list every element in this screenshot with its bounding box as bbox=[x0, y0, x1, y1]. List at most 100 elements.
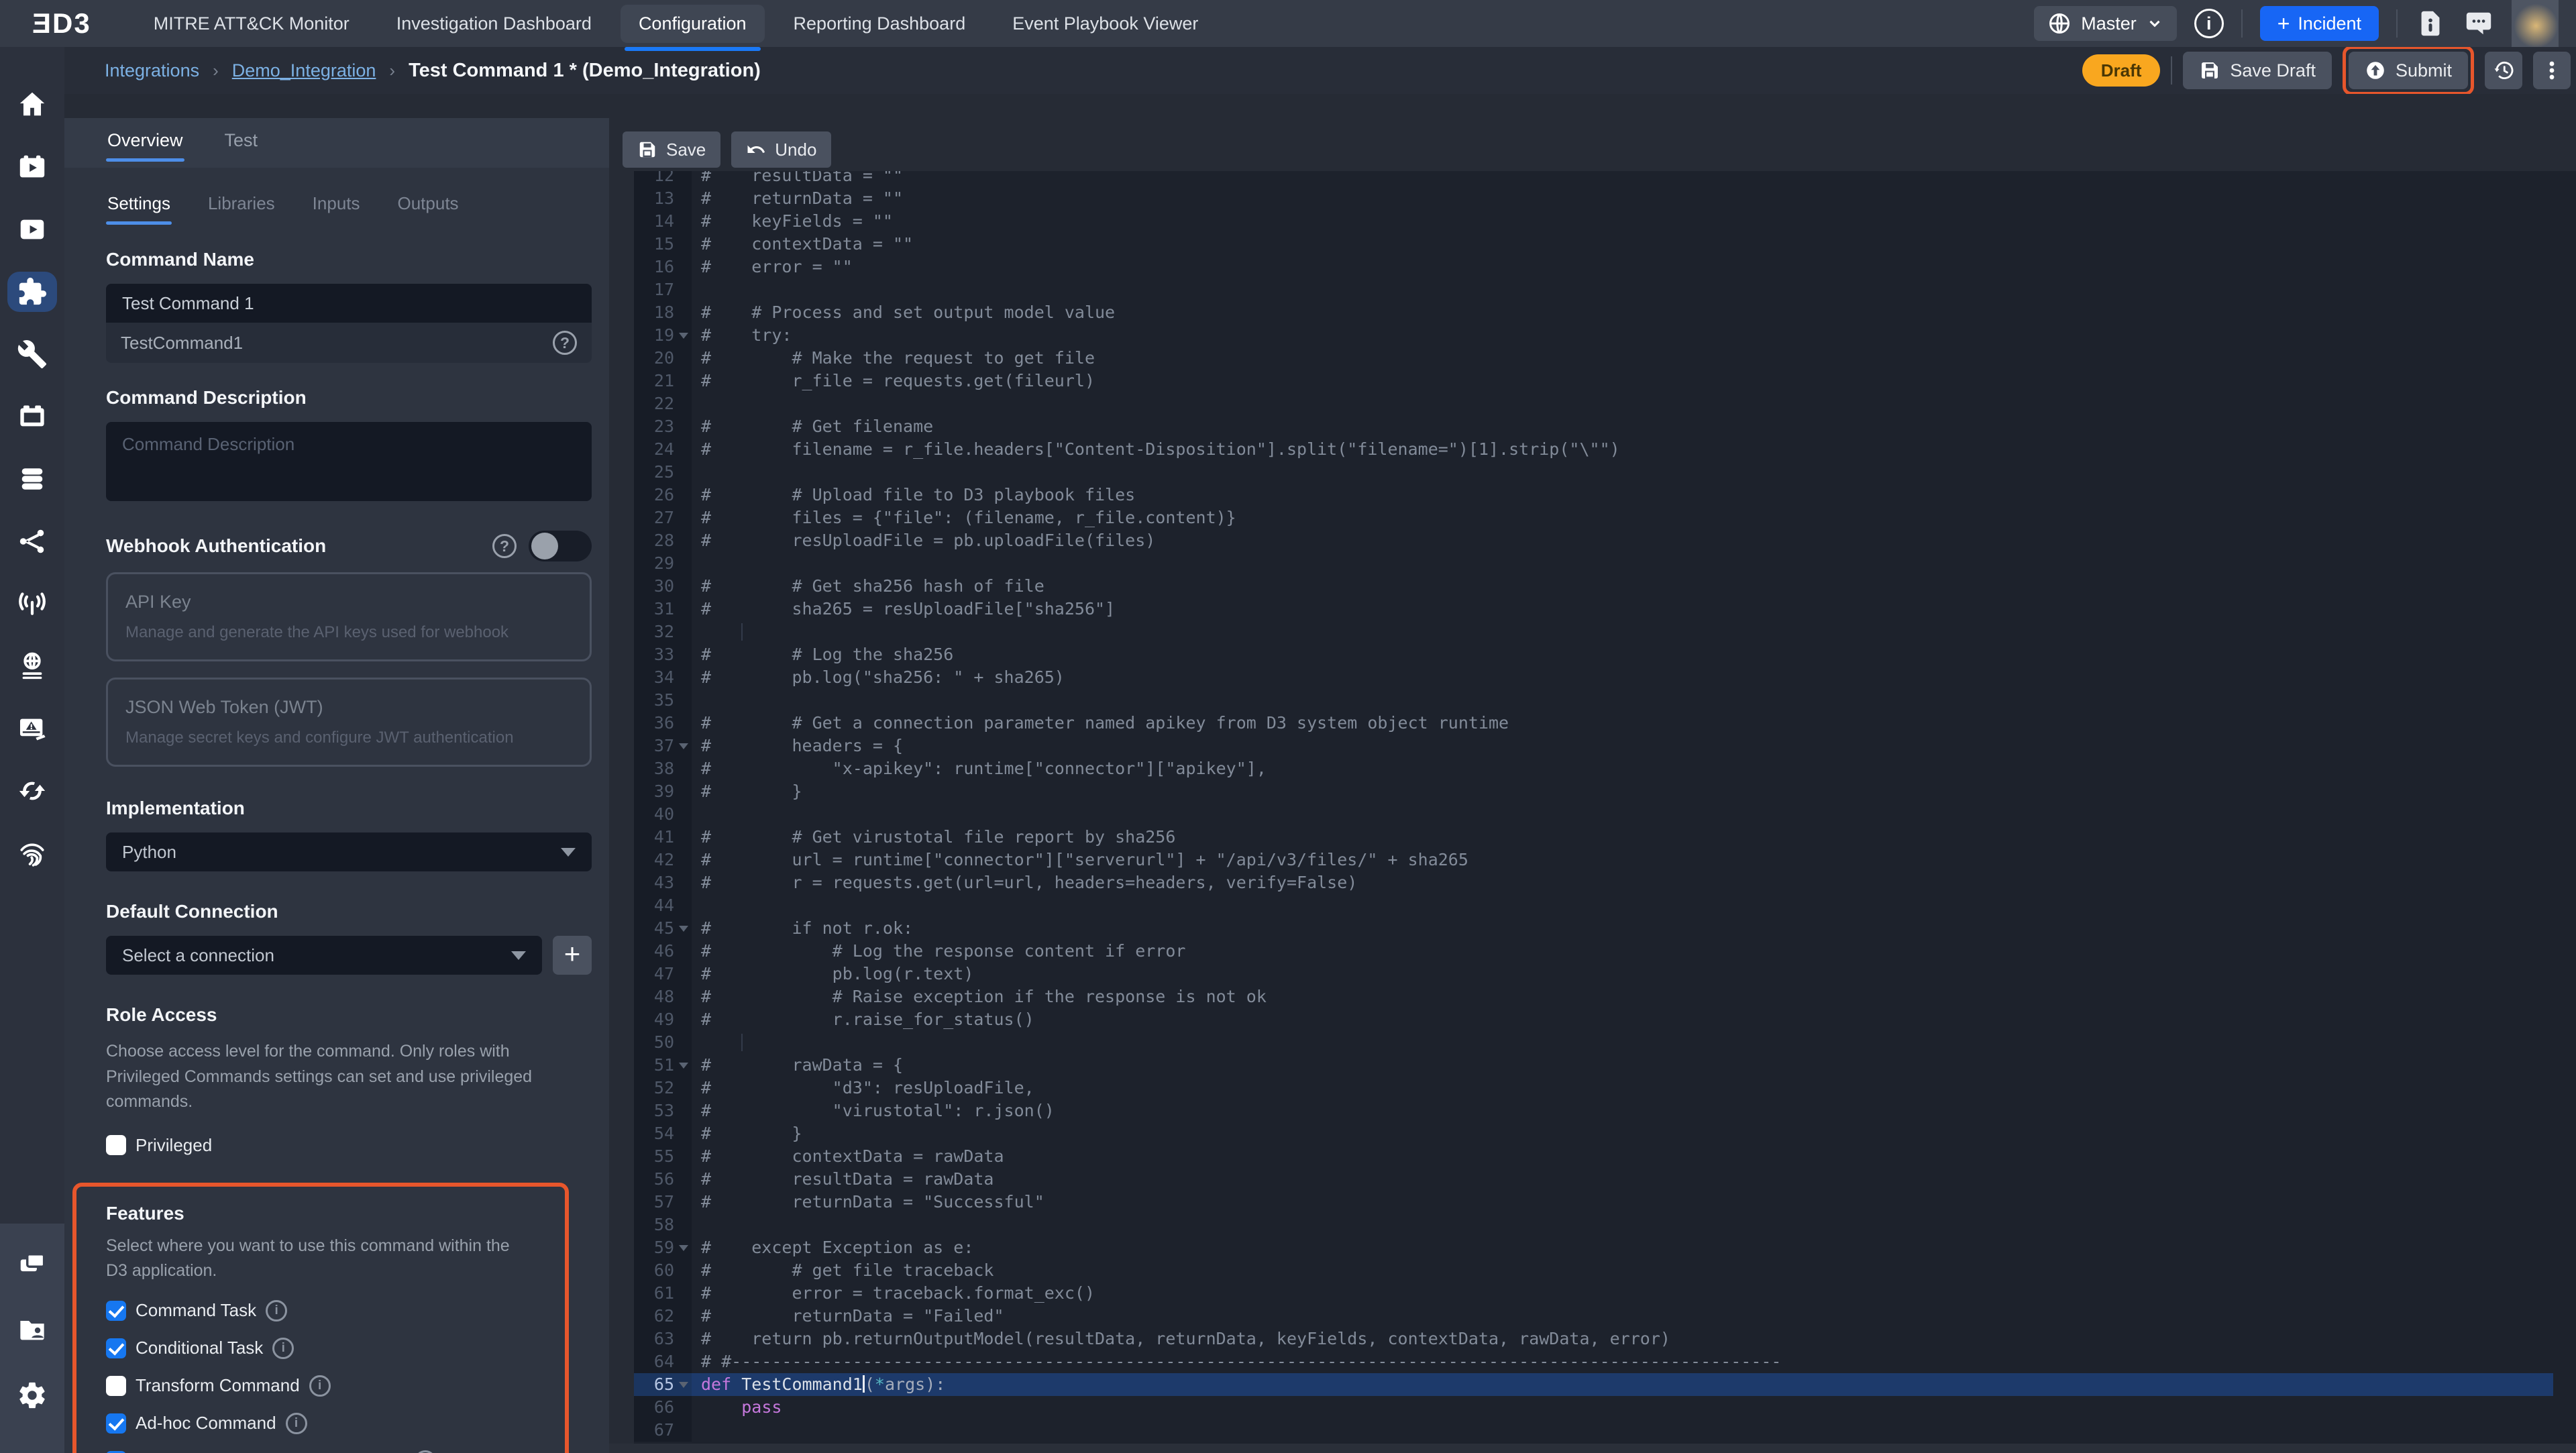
code-line[interactable]: 47# pb.log(r.text) bbox=[634, 963, 2576, 985]
info-icon[interactable]: i bbox=[415, 1450, 436, 1453]
checkbox-conditional-task[interactable] bbox=[106, 1338, 126, 1358]
nav-tab-configuration[interactable]: Configuration bbox=[621, 5, 765, 43]
release-notes-icon[interactable] bbox=[2415, 8, 2446, 39]
new-incident-button[interactable]: + Incident bbox=[2260, 6, 2379, 41]
fingerprint-icon[interactable] bbox=[7, 833, 57, 873]
editor-undo-button[interactable]: Undo bbox=[731, 131, 831, 168]
webhook-auth-toggle[interactable] bbox=[529, 531, 592, 561]
code-line[interactable]: 39# } bbox=[634, 780, 2576, 803]
implementation-select[interactable]: Python bbox=[106, 832, 592, 871]
fold-arrow-icon[interactable] bbox=[679, 1063, 688, 1069]
api-key-card[interactable]: API Key Manage and generate the API keys… bbox=[106, 572, 592, 661]
code-line[interactable]: 18# # Process and set output model value bbox=[634, 301, 2576, 324]
code-line[interactable]: 26# # Upload file to D3 playbook files bbox=[634, 484, 2576, 506]
subtab-settings[interactable]: Settings bbox=[106, 188, 172, 225]
command-name-input[interactable]: Test Command 1 bbox=[106, 284, 592, 323]
code-line[interactable]: 48# # Raise exception if the response is… bbox=[634, 985, 2576, 1008]
code-line[interactable]: 50​ bbox=[634, 1031, 2576, 1054]
code-line[interactable]: 40​ bbox=[634, 803, 2576, 826]
help-icon[interactable]: ? bbox=[553, 331, 577, 355]
editor-scrollbar-track[interactable] bbox=[609, 1444, 2576, 1453]
window-copy-icon[interactable] bbox=[7, 1244, 57, 1284]
code-line[interactable]: 20# # Make the request to get file bbox=[634, 347, 2576, 370]
board-icon[interactable] bbox=[7, 396, 57, 437]
incident-report-icon[interactable] bbox=[7, 708, 57, 749]
code-line[interactable]: 56# resultData = rawData bbox=[634, 1168, 2576, 1191]
code-line[interactable]: 63# return pb.returnOutputModel(resultDa… bbox=[634, 1328, 2576, 1350]
code-line[interactable]: 31# sha265 = resUploadFile["sha256"] bbox=[634, 598, 2576, 621]
fold-arrow-icon[interactable] bbox=[679, 1245, 688, 1251]
code-line[interactable]: 33# # Log the sha256 bbox=[634, 643, 2576, 666]
code-line[interactable]: 44​ bbox=[634, 894, 2576, 917]
code-area[interactable]: 12# resultData = ""13# returnData = ""14… bbox=[634, 171, 2576, 1444]
checkbox-allow-command-to-be-run-on-agent[interactable] bbox=[106, 1451, 126, 1453]
code-line[interactable]: 36# # Get a connection parameter named a… bbox=[634, 712, 2576, 735]
code-line[interactable]: 52# "d3": resUploadFile, bbox=[634, 1077, 2576, 1099]
default-connection-select[interactable]: Select a connection bbox=[106, 936, 542, 975]
code-line[interactable]: 49# r.raise_for_status() bbox=[634, 1008, 2576, 1031]
chat-icon[interactable] bbox=[2463, 8, 2494, 39]
code-line[interactable]: 45# if not r.ok: bbox=[634, 917, 2576, 940]
code-line[interactable]: 38# "x-apikey": runtime["connector"]["ap… bbox=[634, 757, 2576, 780]
info-icon[interactable]: i bbox=[309, 1375, 331, 1397]
integrations-icon[interactable] bbox=[7, 272, 57, 312]
breadcrumb-integrations[interactable]: Integrations bbox=[105, 60, 199, 81]
code-line[interactable]: 46# # Log the response content if error bbox=[634, 940, 2576, 963]
code-line[interactable]: 19# try: bbox=[634, 324, 2576, 347]
code-line[interactable]: 66 pass bbox=[634, 1396, 2576, 1419]
submit-button[interactable]: Submit bbox=[2349, 52, 2468, 89]
tab-overview[interactable]: Overview bbox=[106, 123, 184, 163]
code-line[interactable]: 53# "virustotal": r.json() bbox=[634, 1099, 2576, 1122]
globe-report-icon[interactable] bbox=[7, 646, 57, 686]
code-line[interactable]: 65def TestCommand1(*args): bbox=[634, 1373, 2576, 1396]
nav-tab-investigation-dashboard[interactable]: Investigation Dashboard bbox=[378, 5, 610, 43]
code-line[interactable]: 23# # Get filename bbox=[634, 415, 2576, 438]
info-icon[interactable]: i bbox=[286, 1413, 307, 1434]
add-connection-button[interactable]: + bbox=[553, 936, 592, 975]
code-line[interactable]: 60# # get file traceback bbox=[634, 1259, 2576, 1282]
code-line[interactable]: 21# r_file = requests.get(fileurl) bbox=[634, 370, 2576, 392]
code-line[interactable]: 64# #-----------------------------------… bbox=[634, 1350, 2576, 1373]
build-tools-icon[interactable] bbox=[7, 334, 57, 374]
nav-tab-event-playbook-viewer[interactable]: Event Playbook Viewer bbox=[994, 5, 1216, 43]
code-line[interactable]: 61# error = traceback.format_exc() bbox=[634, 1282, 2576, 1305]
fold-arrow-icon[interactable] bbox=[679, 333, 688, 339]
tab-test[interactable]: Test bbox=[223, 123, 260, 163]
fold-arrow-icon[interactable] bbox=[679, 926, 688, 932]
code-line[interactable]: 25​ bbox=[634, 461, 2576, 484]
code-line[interactable]: 54# } bbox=[634, 1122, 2576, 1145]
broadcast-icon[interactable] bbox=[7, 584, 57, 624]
code-line[interactable]: 17​ bbox=[634, 278, 2576, 301]
user-avatar[interactable] bbox=[2512, 0, 2559, 47]
code-line[interactable]: 29​ bbox=[634, 552, 2576, 575]
more-options-button[interactable] bbox=[2533, 52, 2571, 89]
code-line[interactable]: 59# except Exception as e: bbox=[634, 1236, 2576, 1259]
subtab-libraries[interactable]: Libraries bbox=[207, 188, 276, 225]
fold-arrow-icon[interactable] bbox=[679, 1382, 688, 1388]
event-calendar-icon[interactable] bbox=[7, 147, 57, 187]
code-line[interactable]: 15# contextData = "" bbox=[634, 233, 2576, 256]
code-line[interactable]: 22​ bbox=[634, 392, 2576, 415]
database-icon[interactable] bbox=[7, 459, 57, 499]
breadcrumb-demo-integration[interactable]: Demo_Integration bbox=[232, 60, 376, 81]
code-line[interactable]: 16# error = "" bbox=[634, 256, 2576, 278]
code-line[interactable]: 57# returnData = "Successful" bbox=[634, 1191, 2576, 1214]
code-line[interactable]: 32​ bbox=[634, 621, 2576, 643]
save-draft-button[interactable]: Save Draft bbox=[2183, 52, 2332, 89]
code-line[interactable]: 13# returnData = "" bbox=[634, 187, 2576, 210]
code-line[interactable]: 37# headers = { bbox=[634, 735, 2576, 757]
info-icon[interactable]: i bbox=[266, 1300, 287, 1322]
media-library-icon[interactable] bbox=[7, 209, 57, 250]
checkbox-ad-hoc-command[interactable] bbox=[106, 1413, 126, 1434]
code-line[interactable]: 43# r = requests.get(url=url, headers=he… bbox=[634, 871, 2576, 894]
fold-arrow-icon[interactable] bbox=[679, 743, 688, 749]
info-icon[interactable]: i bbox=[2194, 9, 2224, 38]
site-selector[interactable]: Master bbox=[2034, 6, 2177, 41]
history-button[interactable] bbox=[2485, 52, 2522, 89]
code-line[interactable]: 12# resultData = "" bbox=[634, 171, 2576, 187]
privileged-checkbox[interactable] bbox=[106, 1135, 126, 1155]
subtab-inputs[interactable]: Inputs bbox=[311, 188, 362, 225]
share-network-icon[interactable] bbox=[7, 521, 57, 561]
home-icon[interactable] bbox=[7, 85, 57, 125]
code-line[interactable]: 58​ bbox=[634, 1214, 2576, 1236]
